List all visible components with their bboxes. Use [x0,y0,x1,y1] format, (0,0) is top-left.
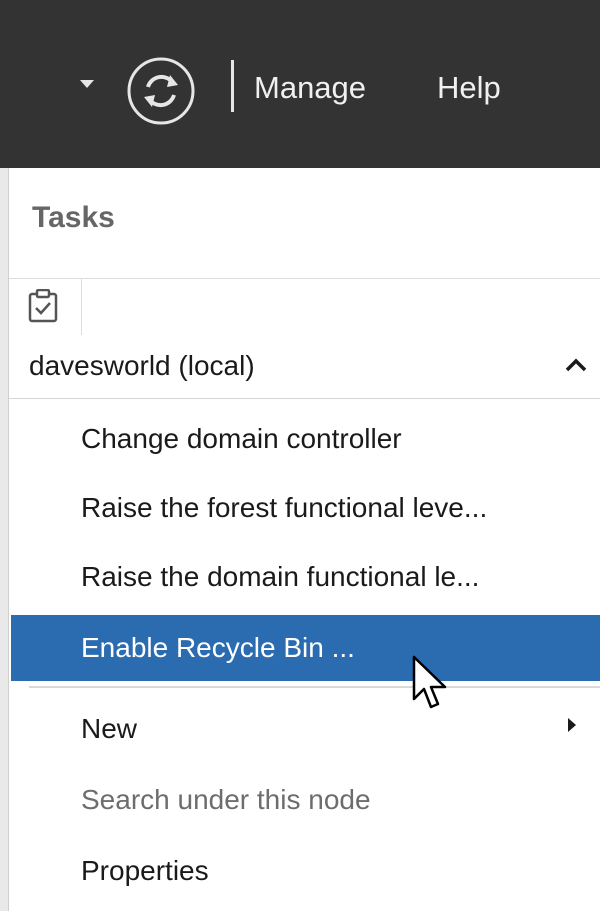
left-pane-edge [0,168,9,911]
chevron-right-icon [568,718,576,732]
menu-item-label: Change domain controller [81,423,402,454]
section-label: davesworld (local) [29,350,255,381]
server-manager-window: Manage Help Tasks davesworld (local) Cha… [0,0,600,911]
menu-item-new[interactable]: New [11,696,600,762]
menu-separator [29,686,600,688]
tasks-pane: Tasks davesworld (local) Change domain c… [9,168,600,911]
menu-item-enable-recycle-bin[interactable]: Enable Recycle Bin ... [11,615,600,681]
top-toolbar: Manage Help [0,0,600,168]
clipboard-check-icon [28,289,58,323]
tasks-toolbar [9,278,600,336]
section-header-davesworld[interactable]: davesworld (local) [9,335,600,399]
menu-item-label: Raise the domain functional le... [81,561,480,592]
manage-menu[interactable]: Manage [254,68,366,108]
mouse-pointer-icon [412,655,447,709]
menu-item-raise-domain-level[interactable]: Raise the domain functional le... [11,544,600,610]
menu-item-change-domain-controller[interactable]: Change domain controller [11,406,600,472]
menu-item-properties[interactable]: Properties [11,838,600,904]
menu-item-label: Search under this node [81,784,371,815]
chevron-up-icon[interactable] [564,357,588,373]
task-action-button[interactable] [9,279,82,335]
menu-item-search-under-node: Search under this node [11,767,600,833]
tasks-title: Tasks [32,201,115,234]
chevron-down-icon[interactable] [80,80,94,88]
menu-item-raise-forest-level[interactable]: Raise the forest functional leve... [11,475,600,541]
menu-item-label: New [81,713,138,744]
menu-item-label: Properties [81,855,209,886]
menu-item-label: Raise the forest functional leve... [81,492,488,523]
refresh-icon[interactable] [126,56,196,126]
toolbar-divider [231,60,234,112]
menu-item-label: Enable Recycle Bin ... [81,632,355,663]
help-menu[interactable]: Help [437,68,501,108]
